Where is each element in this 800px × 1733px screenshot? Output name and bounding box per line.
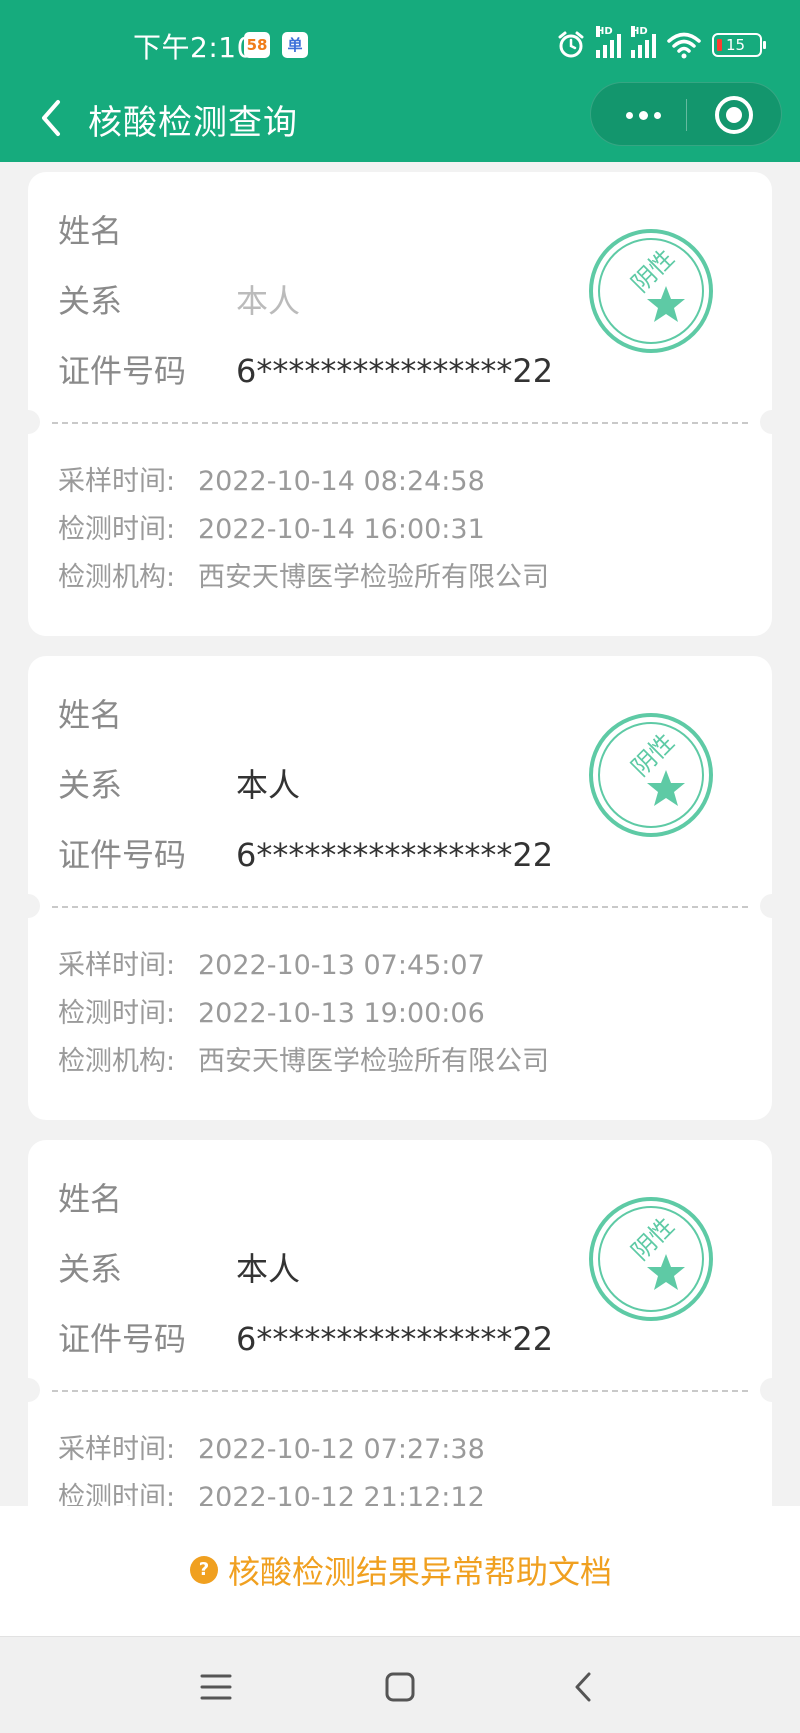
sample-time-label: 采样时间: [58, 950, 176, 981]
page-title: 核酸检测查询 [88, 103, 298, 143]
test-time-value: 2022-10-13 19:00:06 [198, 998, 485, 1029]
card-notch [760, 894, 772, 918]
home-icon[interactable] [380, 1667, 420, 1707]
sample-time-row: 采样时间: 2022-10-13 07:45:07 [58, 946, 485, 986]
sample-time-value: 2022-10-13 07:45:07 [198, 950, 485, 981]
sample-time-row: 采样时间: 2022-10-14 08:24:58 [58, 462, 485, 502]
name-label: 姓名 [58, 212, 123, 250]
hd-label: HD [596, 26, 613, 37]
miniprogram-capsule [590, 82, 782, 146]
help-document-link[interactable]: ? 核酸检测结果异常帮助文档 [190, 1548, 612, 1592]
battery-icon: 15 [712, 33, 766, 57]
capsule-divider [686, 99, 687, 131]
dashed-divider [52, 1390, 748, 1392]
system-nav-bar [0, 1636, 800, 1733]
question-icon: ? [190, 1556, 218, 1584]
stamp-text: 阴性 [626, 1212, 680, 1266]
id-row: 证件号码 6****************22 [58, 1316, 553, 1362]
id-row: 证件号码 6****************22 [58, 348, 553, 394]
id-value: 6****************22 [236, 836, 554, 874]
nav-bar: 核酸检测查询 [0, 82, 800, 162]
more-menu-button[interactable] [615, 97, 671, 133]
dashed-divider [52, 906, 748, 908]
name-row: 姓名 [58, 208, 236, 254]
card-notch [28, 894, 40, 918]
status-bar: 下午2:10 58 单 HD HD 15 [0, 0, 800, 90]
relation-label: 关系 [58, 1250, 123, 1288]
battery-level: 15 [726, 36, 746, 54]
sample-time-label: 采样时间: [58, 1434, 176, 1465]
card-notch [760, 1378, 772, 1402]
app-notification-icon: 单 [282, 32, 308, 58]
test-time-value: 2022-10-14 16:00:31 [198, 514, 485, 545]
id-row: 证件号码 6****************22 [58, 832, 553, 878]
hd-label: HD [631, 26, 648, 37]
test-time-label: 检测时间: [58, 998, 176, 1029]
name-row: 姓名 [58, 692, 236, 738]
id-label: 证件号码 [58, 352, 187, 390]
institution-label: 检测机构: [58, 1046, 176, 1077]
id-label: 证件号码 [58, 1320, 187, 1358]
signal-1-icon: HD [596, 26, 621, 58]
test-record-card[interactable]: 姓名 关系 本人 证件号码 6****************22 阴性 采样时间:… [28, 172, 772, 636]
name-label: 姓名 [58, 696, 123, 734]
institution-row: 检测机构: 西安天博医学检验所有限公司 [58, 558, 549, 598]
institution-label: 检测机构: [58, 562, 176, 593]
close-miniprogram-button[interactable] [715, 96, 753, 134]
system-back-icon[interactable] [564, 1667, 604, 1707]
stamp-text: 阴性 [626, 728, 680, 782]
status-icons: HD HD 15 [556, 26, 766, 62]
relation-row: 关系 本人 [58, 278, 300, 324]
relation-value: 本人 [236, 1250, 301, 1288]
relation-label: 关系 [58, 282, 123, 320]
institution-value: 西安天博医学检验所有限公司 [198, 562, 549, 593]
institution-value: 西安天博医学检验所有限公司 [198, 1046, 549, 1077]
negative-stamp-icon: 阴性 [589, 229, 713, 353]
sample-time-value: 2022-10-14 08:24:58 [198, 466, 485, 497]
name-label: 姓名 [58, 1180, 123, 1218]
name-row: 姓名 [58, 1176, 236, 1222]
menu-icon[interactable] [196, 1667, 236, 1707]
app-58-icon: 58 [244, 32, 270, 58]
top-bar: 下午2:10 58 单 HD HD 15 核酸检测查询 [0, 0, 800, 162]
relation-row: 关系 本人 [58, 1246, 300, 1292]
test-record-card[interactable]: 姓名 关系 本人 证件号码 6****************22 阴性 采样时间:… [28, 656, 772, 1120]
id-value: 6****************22 [236, 1320, 554, 1358]
wifi-icon [667, 32, 701, 59]
dashed-divider [52, 422, 748, 424]
sample-time-value: 2022-10-12 07:27:38 [198, 1434, 485, 1465]
negative-stamp-icon: 阴性 [589, 1197, 713, 1321]
signal-2-icon: HD [631, 26, 656, 58]
sample-time-row: 采样时间: 2022-10-12 07:27:38 [58, 1430, 485, 1470]
status-time: 下午2:10 [133, 31, 255, 64]
stamp-text: 阴性 [626, 244, 680, 298]
relation-value: 本人 [236, 282, 301, 320]
alarm-icon [558, 31, 584, 58]
relation-value: 本人 [236, 766, 301, 804]
test-time-row: 检测时间: 2022-10-14 16:00:31 [58, 510, 485, 550]
relation-row: 关系 本人 [58, 762, 300, 808]
help-document-label: 核酸检测结果异常帮助文档 [228, 1553, 613, 1591]
id-label: 证件号码 [58, 836, 187, 874]
relation-label: 关系 [58, 766, 123, 804]
institution-row: 检测机构: 西安天博医学检验所有限公司 [58, 1042, 549, 1082]
card-notch [28, 410, 40, 434]
back-arrow-icon[interactable] [28, 92, 76, 144]
test-time-label: 检测时间: [58, 514, 176, 545]
id-value: 6****************22 [236, 352, 554, 390]
card-notch [760, 410, 772, 434]
negative-stamp-icon: 阴性 [589, 713, 713, 837]
card-notch [28, 1378, 40, 1402]
test-time-row: 检测时间: 2022-10-13 19:00:06 [58, 994, 485, 1034]
help-bar: ? 核酸检测结果异常帮助文档 [0, 1506, 800, 1636]
sample-time-label: 采样时间: [58, 466, 176, 497]
